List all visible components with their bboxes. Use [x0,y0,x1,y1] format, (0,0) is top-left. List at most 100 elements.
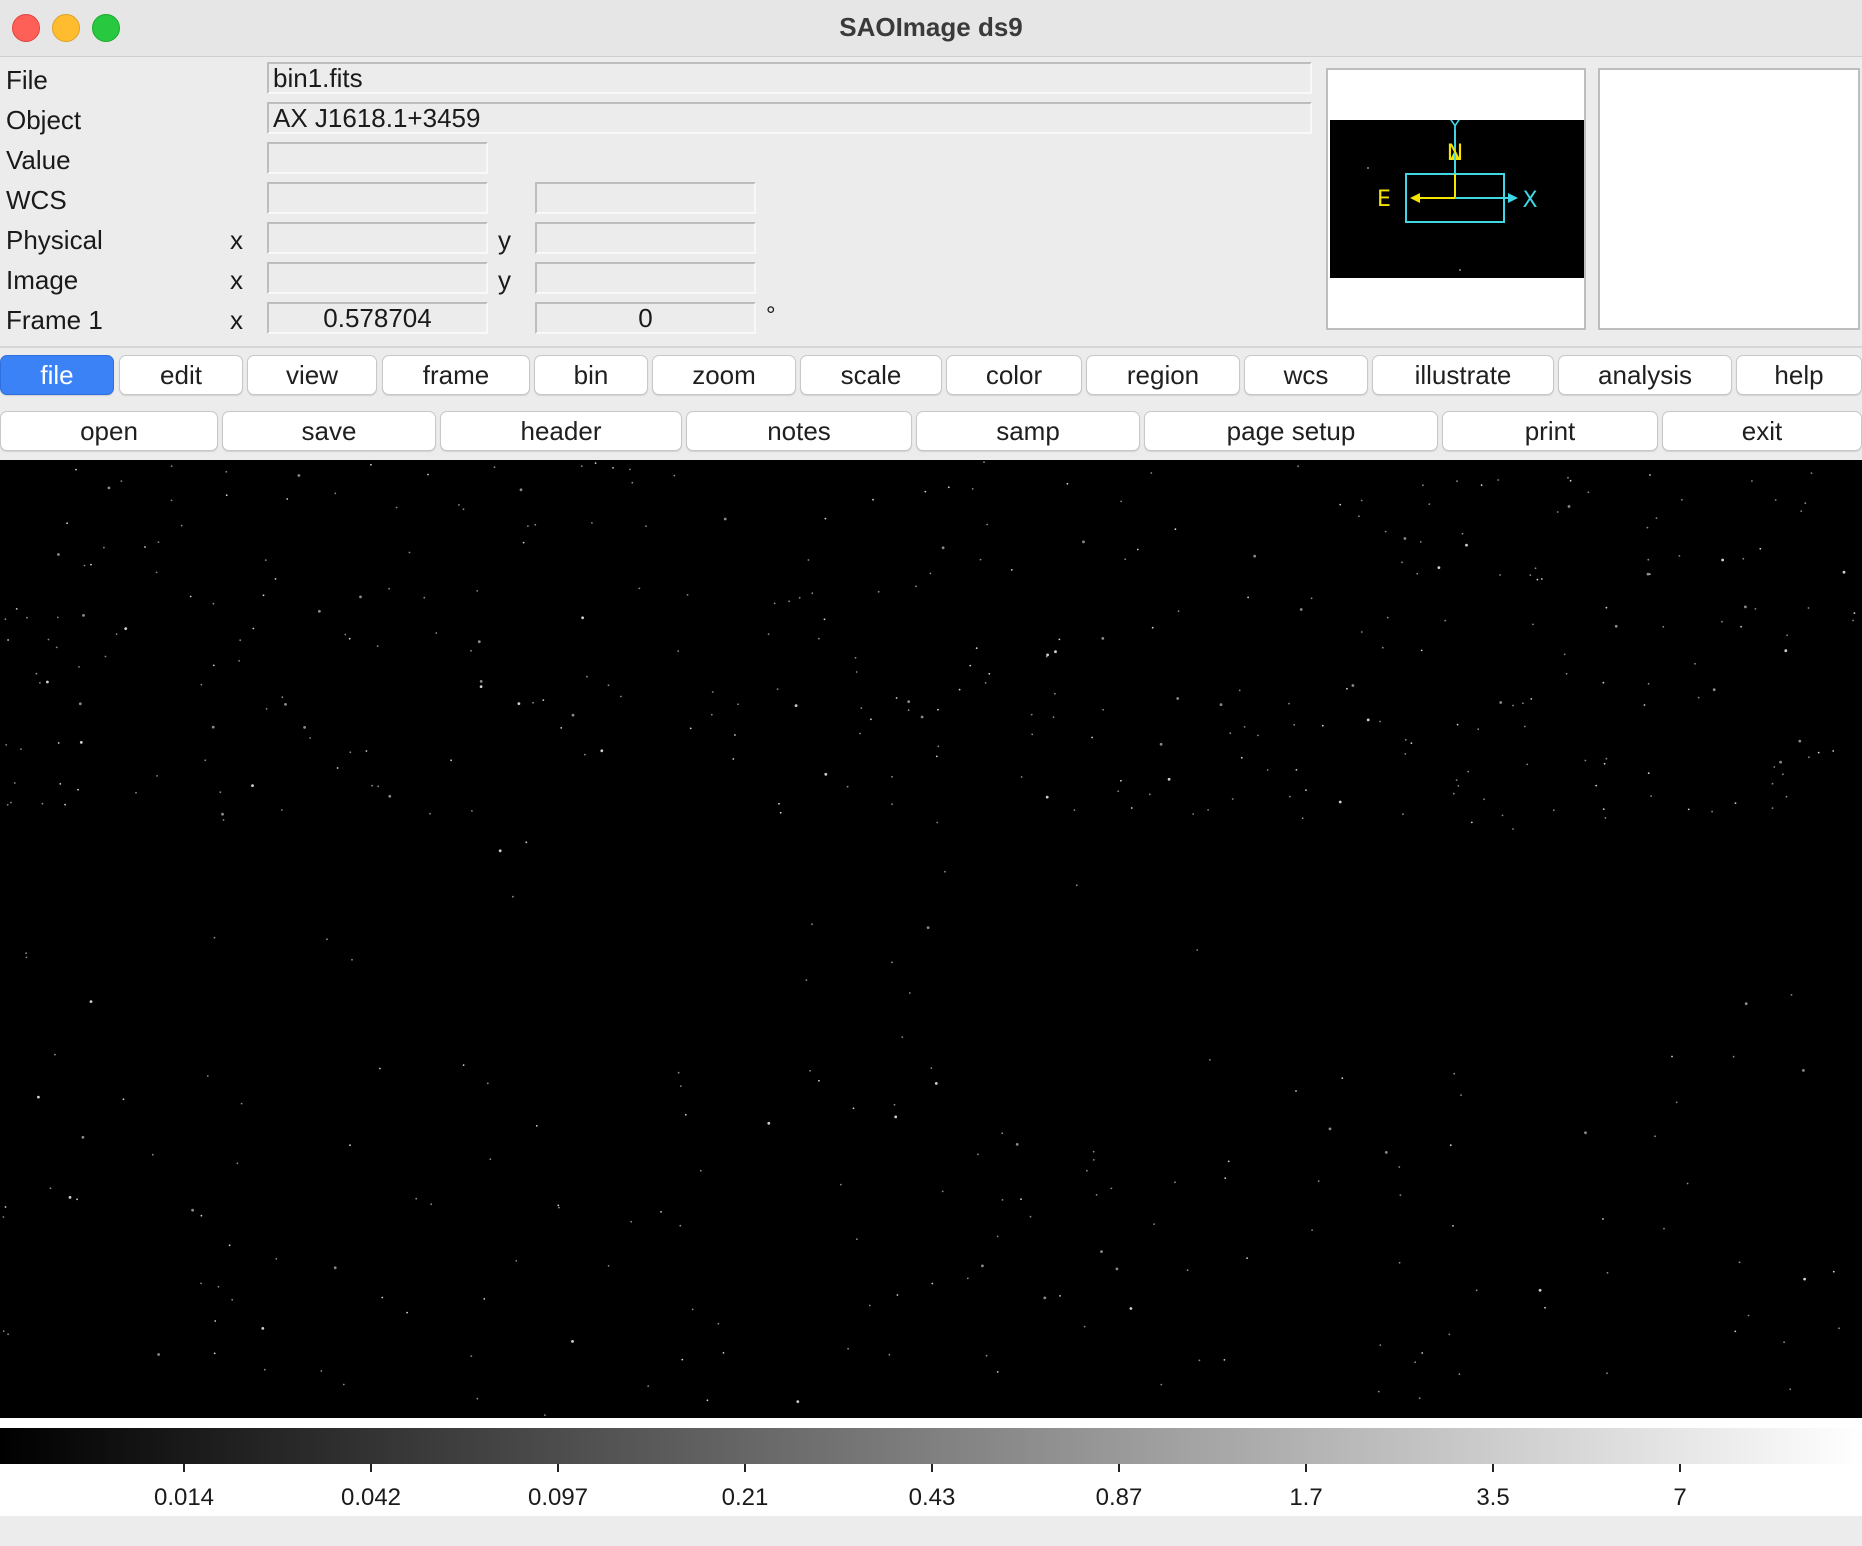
star-point [612,467,614,469]
star-point [1266,769,1269,771]
star-point [1120,500,1122,503]
menu-wcs-button[interactable]: wcs [1244,355,1368,395]
star-point [534,523,537,526]
star-point [7,1333,9,1336]
colorbar-tick [1305,1464,1307,1472]
star-point [977,1153,979,1156]
star-point [1606,1271,1609,1274]
star-point [937,708,939,711]
star-point [1295,769,1298,771]
colorbar[interactable] [0,1428,1862,1464]
star-point [222,819,225,821]
star-point [365,750,368,752]
save-button[interactable]: save [222,411,436,451]
star-point [476,590,479,592]
star-point [1475,1289,1478,1292]
menu-illustrate-button[interactable]: illustrate [1372,355,1554,395]
star-point [1301,817,1304,820]
star-point [630,1220,633,1223]
star-point [894,1115,898,1119]
star-point [985,1354,988,1357]
menu-scale-button[interactable]: scale [800,355,942,395]
star-point [1817,751,1820,754]
star-point [1129,1307,1133,1310]
star-point [1782,773,1784,776]
star-point [870,718,872,721]
open-button[interactable]: open [0,411,218,451]
star-point [349,1144,351,1147]
menu-zoom-button[interactable]: zoom [652,355,796,395]
menu-color-button[interactable]: color [946,355,1082,395]
star-point [1010,569,1013,571]
menu-region-button[interactable]: region [1086,355,1240,395]
samp-button[interactable]: samp [916,411,1140,451]
star-point [1810,472,1813,474]
star-point [2,1216,5,1218]
star-point [620,695,622,698]
page-setup-button[interactable]: page setup [1144,411,1438,451]
star-point [1603,762,1606,765]
star-point [591,522,593,524]
star-point [681,1358,684,1361]
star-point [975,647,978,650]
print-button[interactable]: print [1442,411,1658,451]
menu-view-button[interactable]: view [247,355,377,395]
star-point [498,849,502,853]
star-point [984,682,987,684]
menu-edit-button[interactable]: edit [119,355,243,395]
star-point [1790,994,1793,996]
star-point [1604,817,1607,819]
notes-button[interactable]: notes [686,411,912,451]
star-point [944,870,946,873]
star-point [1467,770,1470,773]
menu-analysis-button[interactable]: analysis [1558,355,1732,395]
exit-button[interactable]: exit [1662,411,1862,451]
panner[interactable]: N E X Y [1326,68,1586,330]
menu-bin-button[interactable]: bin [534,355,648,395]
star-point [1384,1151,1388,1154]
star-point [320,1370,323,1372]
star-field [2,461,1856,1416]
star-point [68,1196,72,1199]
star-point [476,1397,479,1400]
compass-icon: N E X Y [1367,116,1538,271]
star-point [115,633,118,635]
star-point [1606,1372,1608,1375]
star-point [1346,687,1348,690]
star-point [180,524,183,527]
star-point [1310,597,1313,600]
star-point [89,1000,93,1003]
star-point [1646,572,1650,576]
star-point [1529,574,1532,576]
star-point [211,725,215,729]
star-point [1293,723,1296,726]
image-x-label: x [230,265,243,295]
star-point [679,1085,682,1087]
star-point [1532,623,1534,626]
star-point [706,1399,709,1402]
image-canvas[interactable] [0,460,1862,1418]
star-point [767,1121,771,1125]
star-point [6,804,9,806]
star-point [907,709,910,712]
star-point [699,1169,702,1172]
star-point [981,1264,984,1268]
menu-frame-button[interactable]: frame [382,355,530,395]
star-point [104,655,107,658]
frame-x-label: x [230,305,243,335]
star-point [673,474,676,477]
star-point [1198,1359,1201,1362]
star-point [55,646,58,649]
menu-file-button[interactable]: file [0,355,114,395]
star-point [581,616,584,620]
star-point [135,791,137,794]
star-point [1832,1270,1835,1273]
star-point [59,783,62,785]
menu-help-button[interactable]: help [1736,355,1862,395]
star-point [824,772,828,776]
panner-image[interactable]: N E X Y [1330,116,1584,278]
star-point [1647,772,1650,775]
star-point [679,1224,682,1227]
header-button[interactable]: header [440,411,682,451]
star-point [1802,1069,1805,1072]
